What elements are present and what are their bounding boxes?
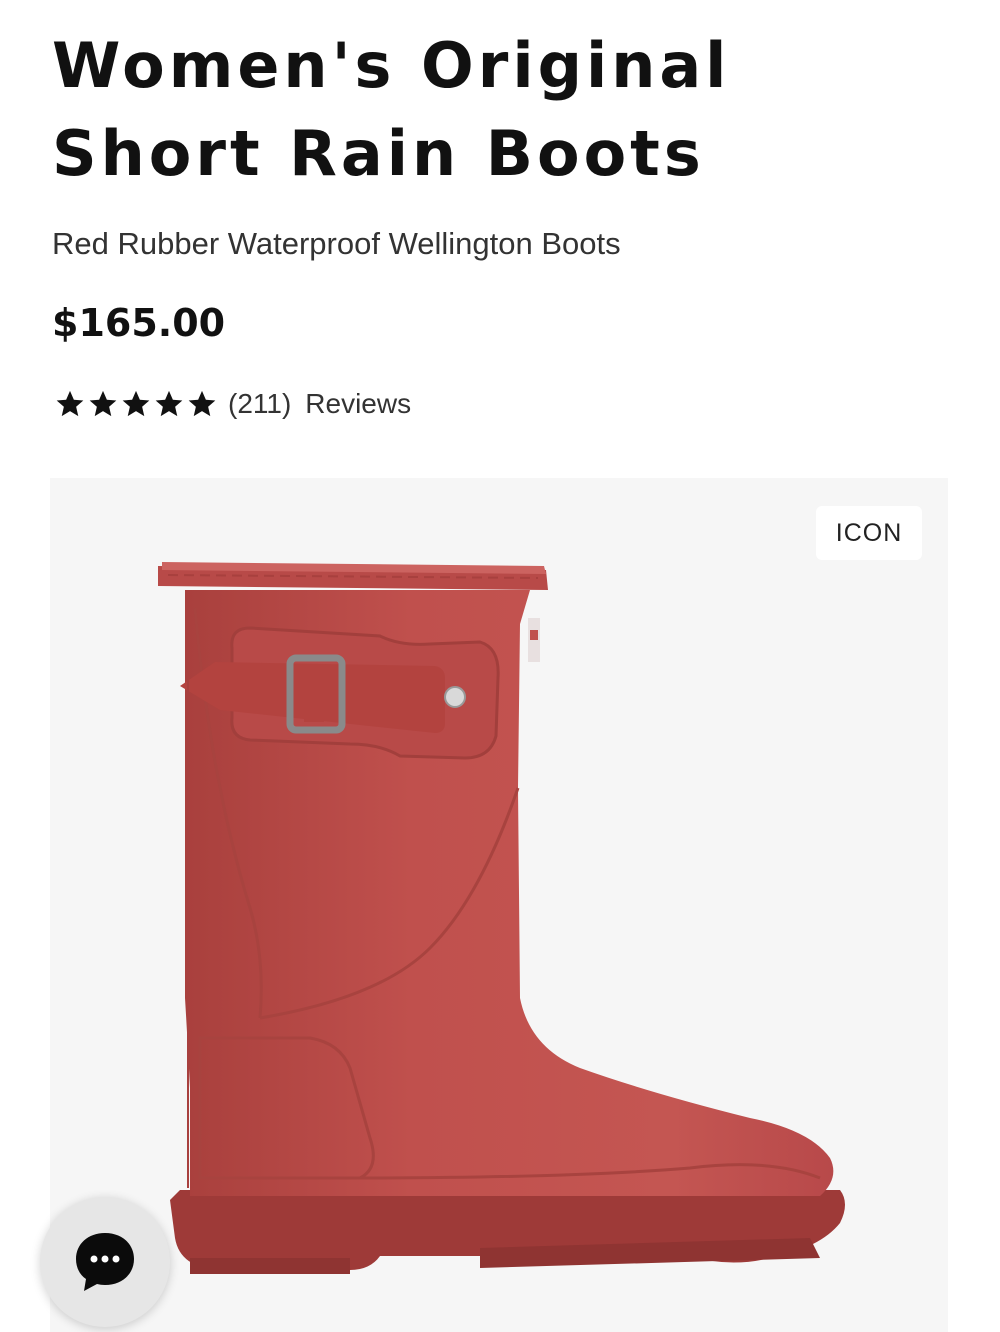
product-price: $165.00: [52, 301, 226, 345]
star-icon: [155, 390, 183, 417]
chat-bubble-icon: [76, 1233, 134, 1291]
reviews-link[interactable]: Reviews: [305, 388, 411, 420]
red-rain-boot-image: [158, 562, 845, 1274]
star-rating: [54, 388, 218, 420]
product-image[interactable]: ICON: [50, 478, 948, 1332]
chat-button[interactable]: [40, 1197, 170, 1327]
star-icon: [122, 390, 150, 417]
star-icon: [188, 390, 216, 417]
product-title: Women's Original Short Rain Boots: [52, 29, 731, 190]
product-page: Women's Original Short Rain Boots Red Ru…: [0, 0, 1000, 1332]
star-icon: [56, 390, 84, 417]
product-subtitle: Red Rubber Waterproof Wellington Boots: [52, 226, 621, 261]
star-icon: [89, 390, 117, 417]
rating-row[interactable]: (211) Reviews: [54, 382, 411, 426]
review-count: (211): [228, 388, 292, 419]
